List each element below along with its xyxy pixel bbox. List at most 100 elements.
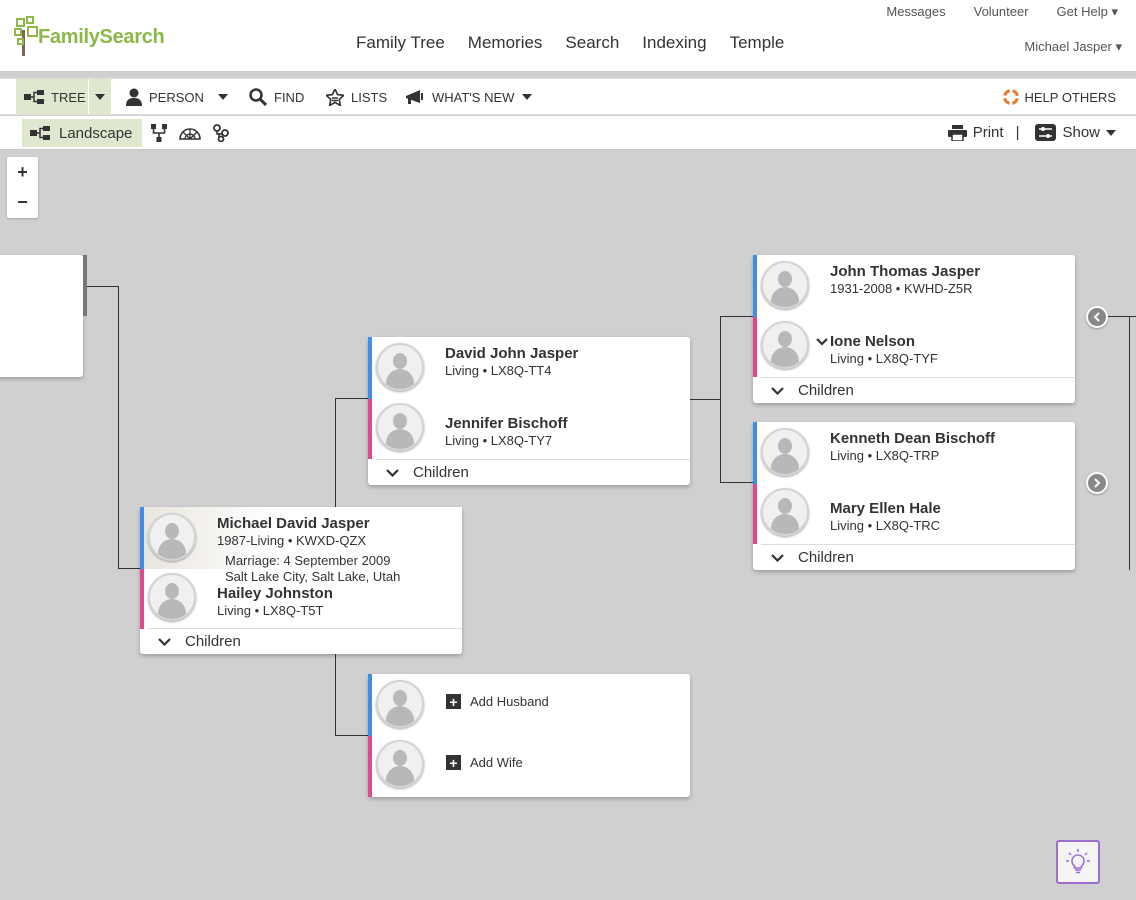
person-hailey-johnston[interactable]: Hailey Johnston Living • LX8Q-T5T bbox=[140, 569, 462, 629]
collapse-ancestors-button[interactable] bbox=[1086, 306, 1108, 328]
children-toggle[interactable]: Children bbox=[148, 628, 462, 654]
lightbulb-icon bbox=[1066, 849, 1090, 874]
children-toggle[interactable]: Children bbox=[761, 377, 1075, 403]
children-toggle[interactable]: Children bbox=[376, 459, 690, 485]
tree-canvas[interactable]: + − Michael David Jasper 1987-Living • K… bbox=[0, 150, 1136, 900]
connector-line bbox=[1129, 316, 1130, 570]
view-options: Print | Show bbox=[947, 116, 1116, 149]
couple-card-main[interactable]: Michael David Jasper 1987-Living • KWXD-… bbox=[140, 507, 462, 654]
person-name[interactable]: David John Jasper bbox=[445, 345, 578, 362]
chevron-down-icon bbox=[771, 553, 784, 562]
tree-button[interactable]: TREE bbox=[16, 79, 88, 115]
print-button[interactable]: Print bbox=[973, 124, 1004, 141]
person-name[interactable]: John Thomas Jasper bbox=[830, 263, 980, 280]
settings-sliders-icon bbox=[1035, 124, 1057, 141]
chevron-down-icon[interactable] bbox=[816, 338, 828, 346]
avatar bbox=[761, 428, 809, 476]
expand-ancestors-button[interactable] bbox=[1086, 472, 1108, 494]
whats-new-menu[interactable]: WHAT'S NEW bbox=[405, 79, 533, 115]
empty-wife-slot bbox=[368, 736, 690, 797]
zoom-out-button[interactable]: − bbox=[7, 187, 38, 217]
separator: | bbox=[1015, 124, 1020, 141]
children-toggle[interactable]: Children bbox=[761, 544, 1075, 570]
children-label: Children bbox=[798, 382, 854, 399]
person-name[interactable]: Mary Ellen Hale bbox=[830, 500, 941, 517]
lists-button-label: LISTS bbox=[351, 89, 388, 105]
avatar bbox=[376, 680, 424, 728]
help-others-button[interactable]: HELP OTHERS bbox=[1003, 79, 1116, 115]
printer-icon bbox=[947, 124, 967, 141]
zoom-in-button[interactable]: + bbox=[7, 157, 38, 187]
offscreen-couple-card[interactable] bbox=[0, 255, 83, 377]
person-detail: Living • LX8Q-T5T bbox=[217, 603, 324, 618]
nav-indexing[interactable]: Indexing bbox=[642, 33, 706, 53]
person-mary-ellen-hale[interactable]: Mary Ellen Hale Living • LX8Q-TRC bbox=[753, 484, 1075, 544]
person-kenneth-dean-bischoff[interactable]: Kenneth Dean Bischoff Living • LX8Q-TRP bbox=[753, 422, 1075, 484]
whats-new-label: WHAT'S NEW bbox=[432, 89, 515, 105]
add-wife-button[interactable]: + Add Wife bbox=[446, 755, 523, 770]
star-list-icon bbox=[326, 88, 344, 106]
chevron-down-icon bbox=[771, 386, 784, 395]
find-button[interactable]: FIND bbox=[249, 79, 304, 115]
children-label: Children bbox=[185, 633, 241, 650]
user-menu[interactable]: Michael Jasper ▾ bbox=[1024, 39, 1122, 55]
caret-down-icon bbox=[217, 94, 228, 100]
chevron-down-icon bbox=[158, 637, 171, 646]
show-menu[interactable]: Show bbox=[1062, 124, 1100, 141]
tree-view-icon bbox=[24, 90, 44, 104]
volunteer-link[interactable]: Volunteer bbox=[974, 4, 1029, 20]
couple-card-maternal-grandparents[interactable]: Kenneth Dean Bischoff Living • LX8Q-TRP … bbox=[753, 422, 1075, 570]
person-jennifer-bischoff[interactable]: Jennifer Bischoff Living • LX8Q-TY7 bbox=[368, 399, 690, 459]
person-detail: Living • LX8Q-TRP bbox=[830, 448, 940, 463]
person-name[interactable]: Ione Nelson bbox=[830, 333, 915, 350]
tree-toolbar: TREE PERSON FIND LISTS WHAT'S NEW HELP O… bbox=[0, 78, 1136, 115]
marriage-date: Marriage: 4 September 2009 bbox=[225, 553, 391, 568]
person-name[interactable]: Michael David Jasper bbox=[217, 515, 370, 532]
site-header: FamilySearch Family Tree Memories Search… bbox=[0, 0, 1136, 72]
person-detail: Living • LX8Q-TYF bbox=[830, 351, 938, 366]
tips-lightbulb-button[interactable] bbox=[1056, 840, 1100, 884]
nav-search[interactable]: Search bbox=[565, 33, 619, 53]
search-icon bbox=[249, 88, 267, 106]
add-husband-label: Add Husband bbox=[470, 694, 549, 709]
chevron-down-icon bbox=[386, 468, 399, 477]
couple-card-parents[interactable]: David John Jasper Living • LX8Q-TT4 Jenn… bbox=[368, 337, 690, 485]
add-husband-button[interactable]: + Add Husband bbox=[446, 694, 549, 709]
card-scroll-indicator bbox=[83, 255, 87, 316]
caret-down-icon bbox=[1106, 129, 1116, 136]
connector-line bbox=[1108, 316, 1136, 317]
avatar bbox=[148, 573, 196, 621]
person-name[interactable]: Kenneth Dean Bischoff bbox=[830, 430, 995, 447]
descendancy-view-icon[interactable] bbox=[212, 124, 230, 142]
get-help-menu[interactable]: Get Help ▾ bbox=[1057, 4, 1118, 20]
portrait-view-icon[interactable] bbox=[150, 124, 168, 142]
tree-dropdown-button[interactable] bbox=[89, 79, 111, 115]
familysearch-logo[interactable]: FamilySearch bbox=[14, 16, 165, 58]
nav-temple[interactable]: Temple bbox=[730, 33, 785, 53]
person-menu[interactable]: PERSON bbox=[126, 79, 228, 115]
messages-link[interactable]: Messages bbox=[886, 4, 945, 20]
person-ione-nelson[interactable]: Ione Nelson Living • LX8Q-TYF bbox=[753, 317, 1075, 377]
avatar bbox=[376, 343, 424, 391]
caret-down-icon bbox=[95, 94, 105, 100]
person-david-john-jasper[interactable]: David John Jasper Living • LX8Q-TT4 bbox=[368, 337, 690, 399]
person-name[interactable]: Jennifer Bischoff bbox=[445, 415, 568, 432]
nav-memories[interactable]: Memories bbox=[468, 33, 543, 53]
person-john-thomas-jasper[interactable]: John Thomas Jasper 1931-2008 • KWHD-Z5R bbox=[753, 255, 1075, 317]
person-icon bbox=[126, 88, 142, 106]
nav-family-tree[interactable]: Family Tree bbox=[356, 33, 445, 53]
plus-icon: + bbox=[446, 755, 461, 770]
fan-chart-view-icon[interactable] bbox=[179, 124, 201, 140]
lists-button[interactable]: LISTS bbox=[326, 79, 387, 115]
person-detail: 1931-2008 • KWHD-Z5R bbox=[830, 281, 973, 296]
couple-card-paternal-grandparents[interactable]: John Thomas Jasper 1931-2008 • KWHD-Z5R … bbox=[753, 255, 1075, 403]
children-label: Children bbox=[798, 549, 854, 566]
main-nav: Family Tree Memories Search Indexing Tem… bbox=[356, 33, 807, 53]
person-name[interactable]: Hailey Johnston bbox=[217, 585, 333, 602]
landscape-view-button[interactable]: Landscape bbox=[22, 119, 142, 147]
couple-card-add-parents[interactable]: + Add Husband + Add Wife bbox=[368, 674, 690, 797]
avatar bbox=[376, 403, 424, 451]
logo-text: FamilySearch bbox=[38, 25, 165, 48]
connector-line bbox=[335, 735, 370, 736]
children-label: Children bbox=[413, 464, 469, 481]
